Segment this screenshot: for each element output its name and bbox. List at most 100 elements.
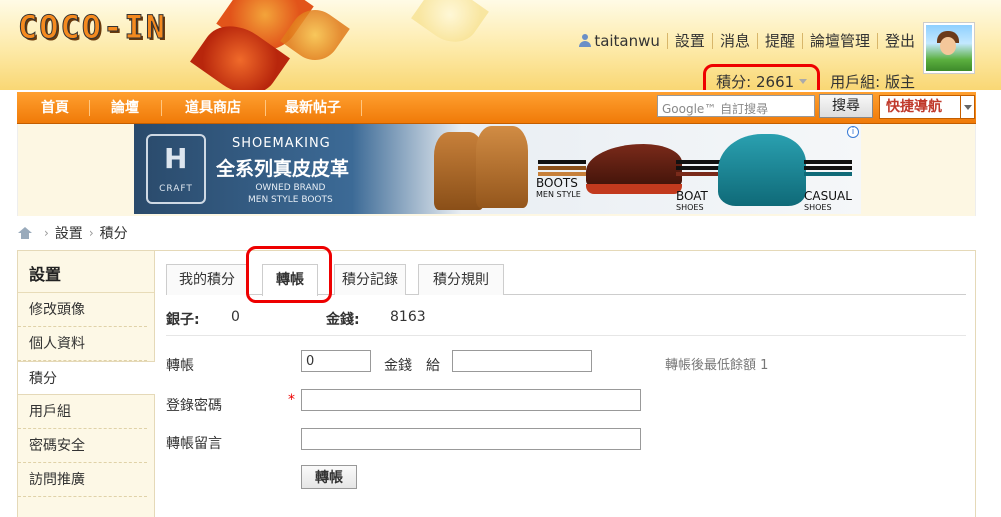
tab-credit-rules[interactable]: 積分規則 xyxy=(418,264,504,295)
ad-subtitle-line1: OWNED BRAND xyxy=(255,183,326,193)
message-label: 轉帳留言 xyxy=(166,436,222,452)
transfer-label: 轉帳 xyxy=(166,358,194,374)
logout-link[interactable]: 登出 xyxy=(885,30,915,51)
to-label: 給 xyxy=(426,358,440,374)
section-divider xyxy=(166,335,966,336)
ad-heading: SHOEMAKING xyxy=(232,136,331,151)
ad-label-boat: BOAT SHOES xyxy=(676,190,708,214)
ad-title: 全系列真皮皮革 xyxy=(216,158,350,180)
sidebar-item-usergroup[interactable]: 用戶組 xyxy=(18,395,147,429)
advertisement-banner[interactable]: CRAFT SHOEMAKING 全系列真皮皮革 OWNED BRAND MEN … xyxy=(134,124,861,214)
sidebar-item-avatar[interactable]: 修改頭像 xyxy=(18,293,147,327)
nav-home[interactable]: 首頁 xyxy=(27,92,83,124)
recipient-input[interactable] xyxy=(452,350,592,372)
quick-nav-dropdown[interactable]: 快捷導航 xyxy=(879,95,975,119)
notifications-link[interactable]: 提醒 xyxy=(765,30,795,51)
nav-forum[interactable]: 論壇 xyxy=(95,92,155,124)
google-search-input[interactable]: Google™ 自訂搜尋 xyxy=(657,95,815,117)
divider xyxy=(801,32,803,49)
nav-item-shop[interactable]: 道具商店 xyxy=(167,92,259,124)
settings-sidebar: 設置 修改頭像 個人資料 積分 用戶組 密碼安全 訪問推廣 xyxy=(18,251,155,517)
user-nav: taitanwu 設置 消息 提醒 論壇管理 登出 xyxy=(579,30,915,51)
tab-my-credits[interactable]: 我的積分 xyxy=(166,264,248,295)
settings-panel: 設置 修改頭像 個人資料 積分 用戶組 密碼安全 訪問推廣 我的積分 轉帳 積分… xyxy=(17,246,976,517)
sidebar-title: 設置 xyxy=(18,251,154,293)
color-swatch xyxy=(676,160,724,178)
casual-shoe-image xyxy=(718,134,806,206)
credits-label: 積分: 2661 xyxy=(716,73,795,90)
breadcrumb: › 設置 › 積分 xyxy=(18,223,128,243)
user-icon xyxy=(579,33,592,48)
label-boat-sub: SHOES xyxy=(676,203,704,212)
transfer-submit-button[interactable]: 轉帳 xyxy=(301,465,357,489)
credits-tabs: 我的積分 轉帳 積分記錄 積分規則 xyxy=(166,264,966,296)
divider xyxy=(756,32,758,49)
sidebar-item-password-security[interactable]: 密碼安全 xyxy=(18,429,147,463)
credits-dropdown[interactable]: 積分: 2661 xyxy=(703,64,821,90)
divider xyxy=(876,32,878,49)
boat-shoe-sole xyxy=(586,184,682,194)
divider xyxy=(89,100,90,116)
main-content: 我的積分 轉帳 積分記錄 積分規則 銀子: 0 金錢: 8163 轉帳 金錢 給… xyxy=(156,246,976,517)
password-input[interactable] xyxy=(301,389,641,411)
currency-label: 金錢 xyxy=(384,358,412,374)
avatar[interactable] xyxy=(923,22,975,74)
sidebar-item-credits[interactable]: 積分 xyxy=(18,361,155,395)
password-label: 登錄密碼 xyxy=(166,398,222,414)
search-button[interactable]: 搜尋 xyxy=(819,94,873,118)
nav-latest-posts[interactable]: 最新帖子 xyxy=(271,92,355,124)
crest-text: CRAFT xyxy=(159,184,193,194)
avatar-image xyxy=(926,25,972,71)
ad-info-icon[interactable]: i xyxy=(847,126,859,138)
chevron-down-icon xyxy=(960,96,974,118)
home-icon[interactable] xyxy=(18,227,32,239)
label-boots-sub: MEN STYLE xyxy=(536,190,581,199)
label-casual-sub: SHOES xyxy=(804,203,832,212)
banner-area: CRAFT SHOEMAKING 全系列真皮皮革 OWNED BRAND MEN … xyxy=(17,124,976,216)
usergroup-link[interactable]: 用戶組: 版主 xyxy=(830,71,915,90)
maple-leaf-decoration xyxy=(411,0,489,53)
google-search-placeholder: Google™ 自訂搜尋 xyxy=(662,102,769,116)
breadcrumb-settings[interactable]: 設置 xyxy=(55,223,83,243)
label-boots: BOOTS xyxy=(536,176,578,190)
username-link[interactable]: taitanwu xyxy=(594,32,660,50)
settings-link[interactable]: 設置 xyxy=(675,30,705,51)
tab-transfer[interactable]: 轉帳 xyxy=(262,264,318,296)
boot-image xyxy=(476,126,528,208)
site-header: COCO-IN taitanwu 設置 消息 提醒 論壇管理 登出 積分: 26… xyxy=(0,0,1001,90)
ad-label-boots: BOOTS MEN STYLE xyxy=(536,177,581,201)
messages-link[interactable]: 消息 xyxy=(720,30,750,51)
silver-value: 0 xyxy=(231,309,240,325)
color-swatch xyxy=(804,160,852,178)
breadcrumb-separator: › xyxy=(44,226,49,240)
site-logo[interactable]: COCO-IN xyxy=(18,8,167,47)
tab-credit-log[interactable]: 積分記錄 xyxy=(334,264,406,295)
sidebar-item-profile[interactable]: 個人資料 xyxy=(18,327,147,361)
breadcrumb-separator: › xyxy=(88,226,94,240)
money-label: 金錢: xyxy=(326,312,360,328)
divider xyxy=(361,100,362,116)
chevron-down-icon xyxy=(799,79,808,84)
divider xyxy=(711,32,713,49)
money-value: 8163 xyxy=(390,309,426,325)
ad-label-casual: CASUAL SHOES xyxy=(804,190,852,214)
silver-label: 銀子: xyxy=(166,312,200,328)
label-boat: BOAT xyxy=(676,189,708,203)
ad-subtitle-line2: MEN STYLE BOOTS xyxy=(248,195,333,205)
transfer-message-input[interactable] xyxy=(301,428,641,450)
main-nav: 首頁 論壇 道具商店 最新帖子 Google™ 自訂搜尋 搜尋 快捷導航 xyxy=(17,92,976,124)
divider xyxy=(161,100,162,116)
sidebar-item-promotion[interactable]: 訪問推廣 xyxy=(18,463,147,497)
min-balance-hint: 轉帳後最低餘額 1 xyxy=(665,358,769,373)
divider xyxy=(265,100,266,116)
forum-admin-link[interactable]: 論壇管理 xyxy=(810,30,870,51)
ad-subtitle: OWNED BRAND MEN STYLE BOOTS xyxy=(248,182,333,206)
brand-crest-icon: CRAFT xyxy=(146,134,206,204)
transfer-amount-input[interactable] xyxy=(301,350,371,372)
label-casual: CASUAL xyxy=(804,189,852,203)
divider xyxy=(666,32,668,49)
required-marker: * xyxy=(288,392,295,408)
credits-row: 積分: 2661 用戶組: 版主 xyxy=(703,64,915,90)
quick-nav-label: 快捷導航 xyxy=(886,99,942,115)
breadcrumb-credits[interactable]: 積分 xyxy=(100,223,128,243)
